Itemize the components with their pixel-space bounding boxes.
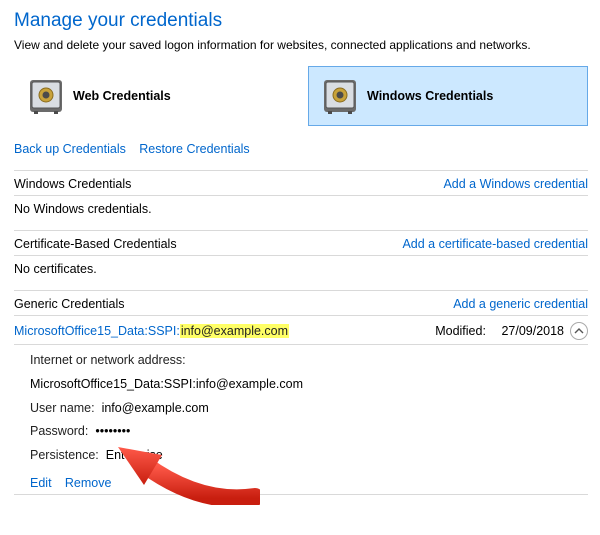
backup-credentials-link[interactable]: Back up Credentials [14, 142, 126, 156]
modified-value: 27/09/2018 [501, 324, 564, 338]
detail-user-value: info@example.com [102, 401, 209, 415]
add-cert-credential-link[interactable]: Add a certificate-based credential [402, 237, 588, 251]
safe-icon [319, 75, 361, 117]
tile-windows-credentials[interactable]: Windows Credentials [308, 66, 588, 126]
section-title-generic: Generic Credentials [14, 297, 124, 311]
detail-persist-value: Enterprise [106, 448, 163, 462]
remove-credential-link[interactable]: Remove [65, 476, 112, 490]
entry-name-prefix: MicrosoftOffice15_Data:SSPI: [14, 324, 180, 338]
detail-user-label: User name: [30, 397, 95, 421]
section-title-windows: Windows Credentials [14, 177, 131, 191]
detail-address-label: Internet or network address: [30, 349, 186, 373]
safe-icon [25, 75, 67, 117]
edit-credential-link[interactable]: Edit [30, 476, 52, 490]
tile-label: Web Credentials [73, 89, 171, 103]
divider [14, 494, 588, 495]
cert-empty-text: No certificates. [14, 256, 588, 290]
credential-backup-links: Back up Credentials Restore Credentials [14, 142, 588, 156]
modified-label: Modified: [435, 324, 486, 338]
section-title-cert: Certificate-Based Credentials [14, 237, 177, 251]
detail-persist-label: Persistence: [30, 444, 99, 468]
collapse-icon[interactable] [570, 322, 588, 340]
tile-web-credentials[interactable]: Web Credentials [14, 66, 294, 126]
credential-entry-row: MicrosoftOffice15_Data:SSPI:info@example… [14, 316, 588, 344]
restore-credentials-link[interactable]: Restore Credentials [139, 142, 249, 156]
add-generic-credential-link[interactable]: Add a generic credential [453, 297, 588, 311]
detail-pass-label: Password: [30, 420, 88, 444]
detail-address-value: MicrosoftOffice15_Data:SSPI:info@example… [30, 377, 303, 391]
windows-empty-text: No Windows credentials. [14, 196, 588, 230]
entry-name-highlight: info@example.com [180, 324, 289, 338]
page-subtitle: View and delete your saved logon informa… [14, 38, 588, 52]
tile-label: Windows Credentials [367, 89, 493, 103]
add-windows-credential-link[interactable]: Add a Windows credential [443, 177, 588, 191]
credential-entry-name[interactable]: MicrosoftOffice15_Data:SSPI:info@example… [14, 324, 289, 338]
credential-type-tiles: Web Credentials Windows Credentials [14, 66, 588, 126]
detail-pass-value: •••••••• [95, 424, 130, 438]
credential-details: Internet or network address: MicrosoftOf… [14, 345, 588, 474]
page-title: Manage your credentials [14, 10, 588, 32]
